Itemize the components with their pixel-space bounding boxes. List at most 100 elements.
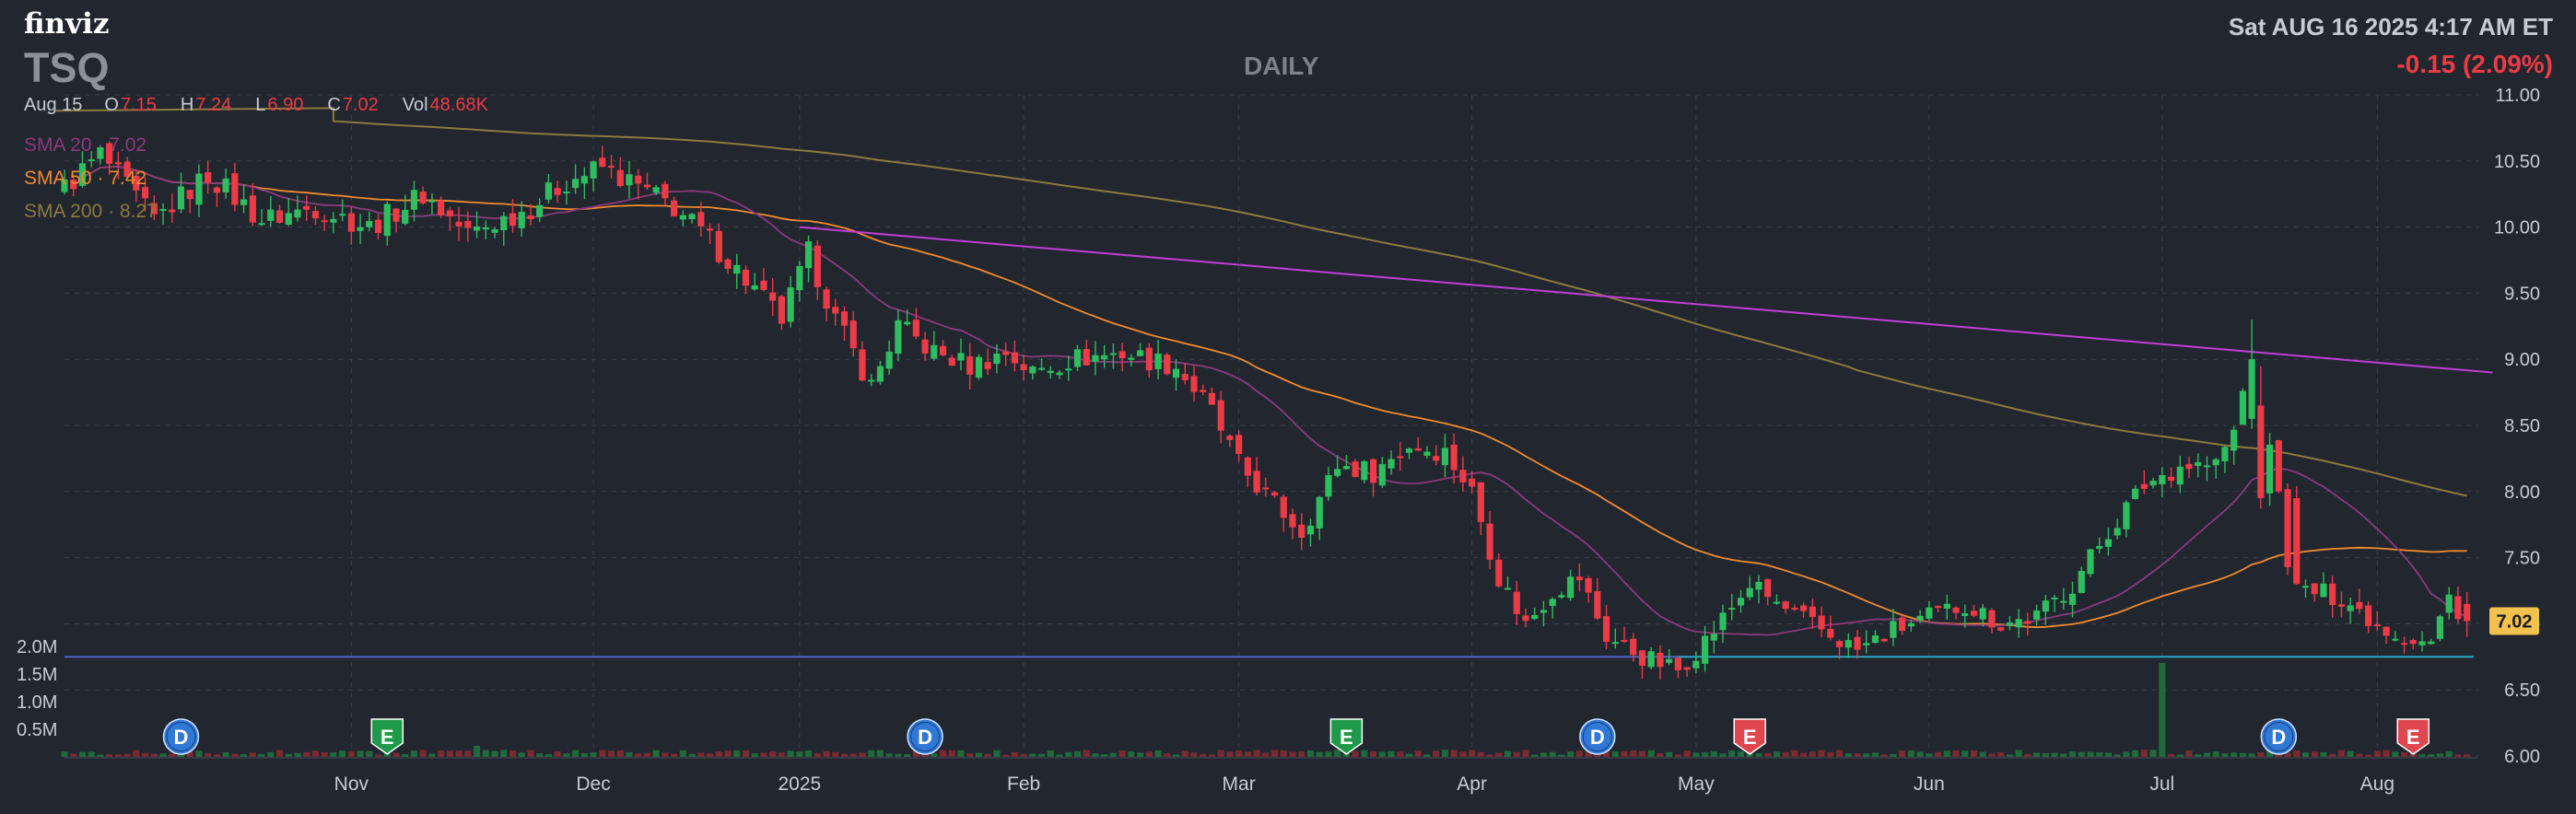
candle-body [2400,643,2408,645]
candle-body [285,213,292,226]
candle-body [455,221,463,227]
candle [849,311,857,356]
candle [321,215,328,231]
candle-body [1657,652,1664,668]
candle [823,286,830,322]
volume-bar [895,753,902,757]
price-chart[interactable]: 11.0010.5010.009.509.008.508.007.507.006… [0,0,2576,814]
dividend-marker[interactable]: D [907,718,943,755]
candle-body [2221,447,2229,462]
candle [1208,388,1216,405]
candle [1495,553,1503,588]
volume-bar [294,752,301,757]
candle-body [957,353,965,361]
sma-50-line [82,166,2467,629]
volume-bar [1200,753,1207,757]
candle-body [1073,349,1082,367]
candle [500,212,508,246]
candle-body [984,362,991,369]
volume-bar [1647,750,1655,757]
volume-bar [1164,753,1171,757]
x-tick-label: May [1678,773,1715,795]
volume-bar [2024,753,2032,757]
candle [1621,626,1628,644]
candle-body [1190,376,1198,392]
volume-bar [697,752,705,757]
candle [724,258,732,274]
candle-body [1997,627,2005,631]
candle-body [912,320,919,337]
candle-body [392,208,400,222]
candle-body [1728,608,1736,610]
candle [2167,467,2175,488]
ohlcv-l: L 6.90 [255,95,303,116]
volume-bar [1710,750,1717,757]
volume-bar [724,750,732,757]
candle [1871,630,1879,644]
volume-bar [544,753,552,757]
candle-body [580,176,588,184]
candle-body [2096,545,2103,549]
candle-body [357,227,364,231]
candle [2104,527,2113,556]
candle-body [1405,448,1413,453]
volume-bar [1854,753,1861,757]
candle [1504,576,1512,590]
dividend-marker[interactable]: D [162,718,200,755]
y-tick-label: 6.50 [2504,680,2540,701]
volume-bar [2239,752,2246,757]
candle-body [231,173,239,205]
earnings-marker[interactable]: E [370,718,404,755]
candle [1190,365,1198,402]
dividend-marker[interactable]: D [2260,718,2298,755]
candle [2320,572,2327,598]
candle [1988,608,1996,634]
candle [1441,434,1449,478]
candle-body [1217,400,1224,431]
volume-bar [419,750,427,757]
volume-bar [1674,754,1681,757]
event-marker-label: E [2406,726,2420,749]
volume-bar [563,753,570,757]
candle-body [966,356,974,375]
legend-item: SMA 200 · 8.27 [24,195,158,228]
candle [491,227,498,238]
earnings-marker[interactable]: E [1329,718,1364,755]
candle-body [1540,610,1548,613]
candle-body [599,157,606,168]
earnings-marker[interactable]: E [2396,718,2430,755]
volume-bar [1979,751,1986,757]
candle-body [1988,610,1996,628]
candle [769,277,777,317]
candle [285,198,292,227]
earnings-marker[interactable]: E [1733,718,1766,755]
ohlcv-vol: Vol 48.68K [403,95,488,116]
candle [2454,586,2462,624]
candle-body [626,174,633,186]
volume-bar [133,750,140,757]
candle-body [796,265,803,291]
ohlcv-value: 7.15 [120,95,157,115]
candle-body [751,285,758,290]
candle [231,163,239,212]
candle [931,331,938,361]
candle [1854,630,1861,659]
volume-bar [106,754,113,757]
candle [518,201,525,237]
finviz-logo[interactable]: finviz [24,7,109,41]
candle-body [509,213,517,227]
candle-body [473,226,481,231]
candle [1540,600,1548,627]
dividend-marker[interactable]: D [1579,718,1616,755]
volume-bar [2373,750,2381,757]
candle-body [706,228,714,231]
volume-bar [1217,750,1224,757]
candle-body [1270,492,1279,496]
candle-body [2284,489,2291,567]
candle [1217,390,1224,444]
candle-body [590,161,597,179]
volume-bar [1181,750,1188,757]
volume-bar [2149,750,2157,757]
candle-body [1244,457,1251,476]
candle-body [1361,460,1368,481]
